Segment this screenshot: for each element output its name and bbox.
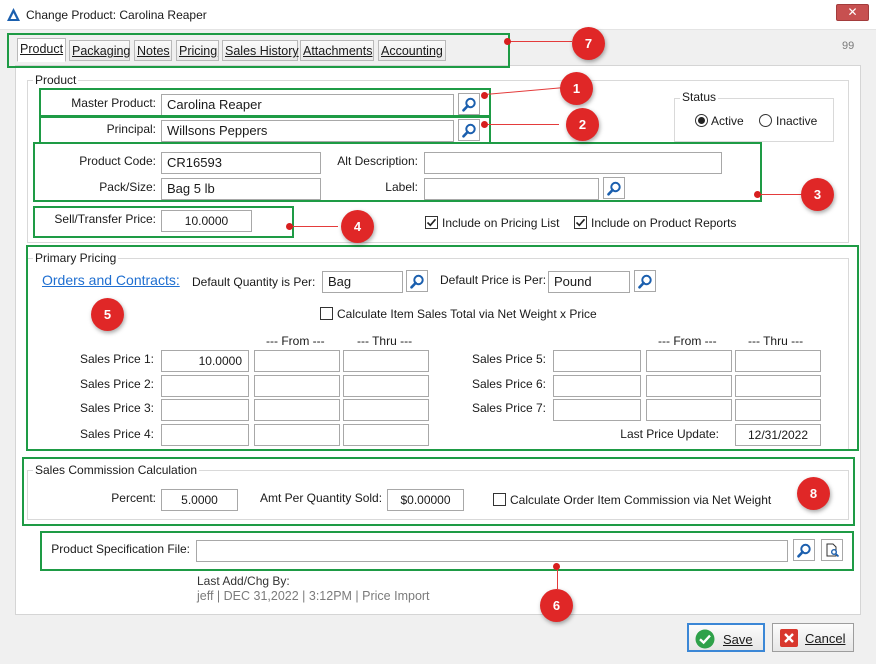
last-change-label: Last Add/Chg By:: [197, 574, 290, 588]
title-bar: Change Product: Carolina Reaper ✕: [0, 0, 876, 30]
annotation-marker-8: 8: [797, 477, 830, 510]
highlight-primary-pricing: [26, 245, 859, 451]
highlight-spec-file: [40, 531, 854, 571]
include-product-reports-label: Include on Product Reports: [591, 216, 737, 230]
save-button-label: Save: [723, 632, 753, 647]
annotation-marker-2: 2: [566, 108, 599, 141]
include-pricing-list-checkbox[interactable]: [425, 216, 438, 229]
annotation-dot-7: [504, 38, 511, 45]
annotation-marker-5: 5: [91, 298, 124, 331]
cancel-button-label: Cancel: [805, 631, 846, 646]
annotation-marker-6: 6: [540, 589, 573, 622]
last-change-value: jeff | DEC 31,2022 | 3:12PM | Price Impo…: [197, 589, 430, 603]
annotation-dot-3: [754, 191, 761, 198]
annotation-marker-4: 4: [341, 210, 374, 243]
highlight-tabs: [7, 33, 510, 68]
status-inactive-radio[interactable]: [759, 114, 772, 127]
status-active-radio[interactable]: [695, 114, 708, 127]
save-button[interactable]: Save: [687, 623, 765, 652]
checkmark-icon: [695, 629, 715, 649]
checkmark-icon: [575, 218, 586, 227]
app-logo-icon: [7, 8, 20, 21]
close-window-button[interactable]: ✕: [836, 4, 869, 21]
highlight-sell-transfer: [33, 206, 294, 238]
annotation-dot-1: [481, 92, 488, 99]
annotation-marker-1: 1: [560, 72, 593, 105]
cancel-button[interactable]: Cancel: [772, 623, 854, 652]
product-group-title: Product: [33, 73, 79, 87]
highlight-master-product: [39, 88, 491, 117]
annotation-leader-6: [557, 567, 558, 589]
annotation-dot-2: [481, 121, 488, 128]
annotation-dot-4: [286, 223, 293, 230]
checkmark-icon: [426, 218, 437, 227]
status-active-label: Active: [711, 114, 744, 128]
annotation-leader-4: [290, 226, 338, 227]
annotation-leader-7: [510, 41, 572, 42]
window-title: Change Product: Carolina Reaper: [26, 8, 207, 22]
annotation-marker-3: 3: [801, 178, 834, 211]
annotation-leader-2: [485, 124, 559, 125]
record-counter: 99: [842, 40, 855, 52]
status-group-title: Status: [680, 90, 719, 104]
x-icon: [780, 629, 798, 647]
status-inactive-label: Inactive: [776, 114, 818, 128]
annotation-dot-6: [553, 563, 560, 570]
include-pricing-list-label: Include on Pricing List: [442, 216, 560, 230]
highlight-code-pack-label: [33, 142, 762, 202]
annotation-leader-3: [758, 194, 802, 195]
highlight-sales-commission: [22, 457, 855, 526]
highlight-principal: [39, 116, 491, 144]
include-product-reports-checkbox[interactable]: [574, 216, 587, 229]
annotation-marker-7: 7: [572, 27, 605, 60]
